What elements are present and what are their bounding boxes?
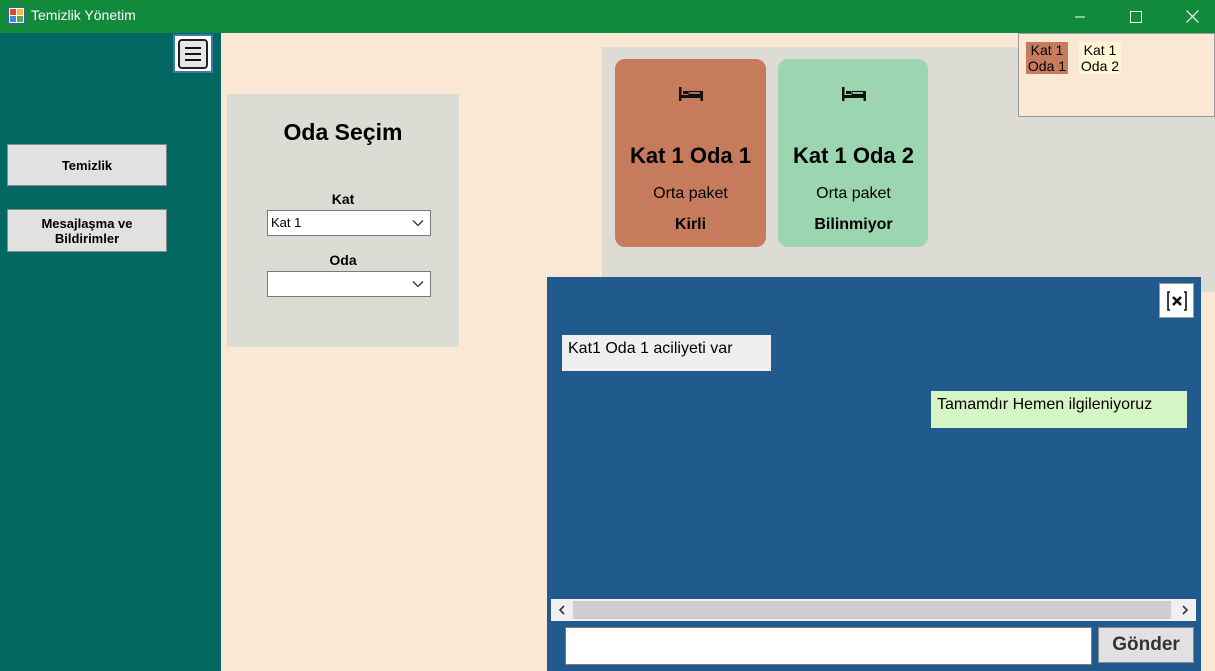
messaging-button[interactable]: Mesajlaşma ve Bildirimler (7, 209, 167, 252)
scroll-left-button[interactable] (551, 599, 573, 621)
kat-value: Kat 1 (271, 215, 302, 230)
room-status: Bilinmiyor (814, 216, 893, 233)
kat-combobox[interactable]: Kat 1 (267, 210, 431, 236)
send-button[interactable]: Gönder (1098, 627, 1194, 663)
room-overview-panel: Kat 1 Oda 1 Kat 1 Oda 2 (1018, 33, 1215, 117)
maximize-icon (1130, 10, 1142, 23)
oda-label: Oda (329, 252, 357, 268)
room-overview-item[interactable]: Kat 1 Oda 2 (1079, 42, 1121, 74)
sidebar: Temizlik Mesajlaşma ve Bildirimler (0, 33, 221, 671)
room-selector-title: Oda Seçim (283, 119, 403, 145)
title-bar: Temizlik Yönetim (0, 0, 1215, 33)
bed-icon (615, 86, 766, 102)
chevron-right-icon (1182, 605, 1189, 615)
hamburger-icon (178, 38, 208, 69)
room-overview-room: Oda 2 (1080, 58, 1120, 74)
window-title: Temizlik Yönetim (31, 7, 136, 23)
chat-message-sent: Tamamdır Hemen ilgileniyoruz (931, 391, 1187, 428)
chat-close-button[interactable] (1159, 283, 1194, 318)
message-input[interactable] (565, 627, 1092, 665)
chat-panel: Kat1 Oda 1 aciliyeti var Tamamdır Hemen … (547, 277, 1201, 671)
maximize-button[interactable] (1113, 0, 1159, 33)
room-overview-floor: Kat 1 (1083, 42, 1117, 58)
minimize-button[interactable] (1057, 0, 1103, 33)
room-name: Kat 1 Oda 1 (629, 143, 752, 168)
room-selector-panel: Oda Seçim Kat Kat 1 Oda (227, 94, 459, 347)
chevron-down-icon (412, 220, 424, 227)
close-icon (1185, 10, 1199, 23)
chevron-left-icon (558, 605, 565, 615)
scrollbar-thumb[interactable] (573, 601, 1171, 619)
close-button[interactable] (1169, 0, 1215, 33)
close-box-icon (1166, 290, 1187, 311)
app-icon (8, 7, 25, 24)
horizontal-scrollbar[interactable] (551, 599, 1196, 621)
temizlik-button[interactable]: Temizlik (7, 144, 167, 186)
room-overview-room: Oda 1 (1027, 58, 1067, 74)
room-package: Orta paket (816, 185, 891, 202)
room-card[interactable]: Kat 1 Oda 1 Orta paket Kirli (615, 59, 766, 247)
room-card[interactable]: Kat 1 Oda 2 Orta paket Bilinmiyor (778, 59, 928, 247)
oda-combobox[interactable] (267, 271, 431, 297)
room-package: Orta paket (653, 185, 728, 202)
room-overview-item[interactable]: Kat 1 Oda 1 (1026, 42, 1068, 74)
bed-icon (778, 86, 929, 102)
minimize-icon (1075, 16, 1085, 17)
room-name: Kat 1 Oda 2 (792, 143, 915, 168)
room-status: Kirli (674, 216, 707, 233)
menu-toggle-button[interactable] (173, 34, 213, 73)
chevron-down-icon (412, 281, 424, 288)
room-overview-floor: Kat 1 (1030, 42, 1064, 58)
kat-label: Kat (331, 191, 355, 207)
chat-message-received: Kat1 Oda 1 aciliyeti var (562, 335, 771, 371)
scroll-right-button[interactable] (1174, 599, 1196, 621)
